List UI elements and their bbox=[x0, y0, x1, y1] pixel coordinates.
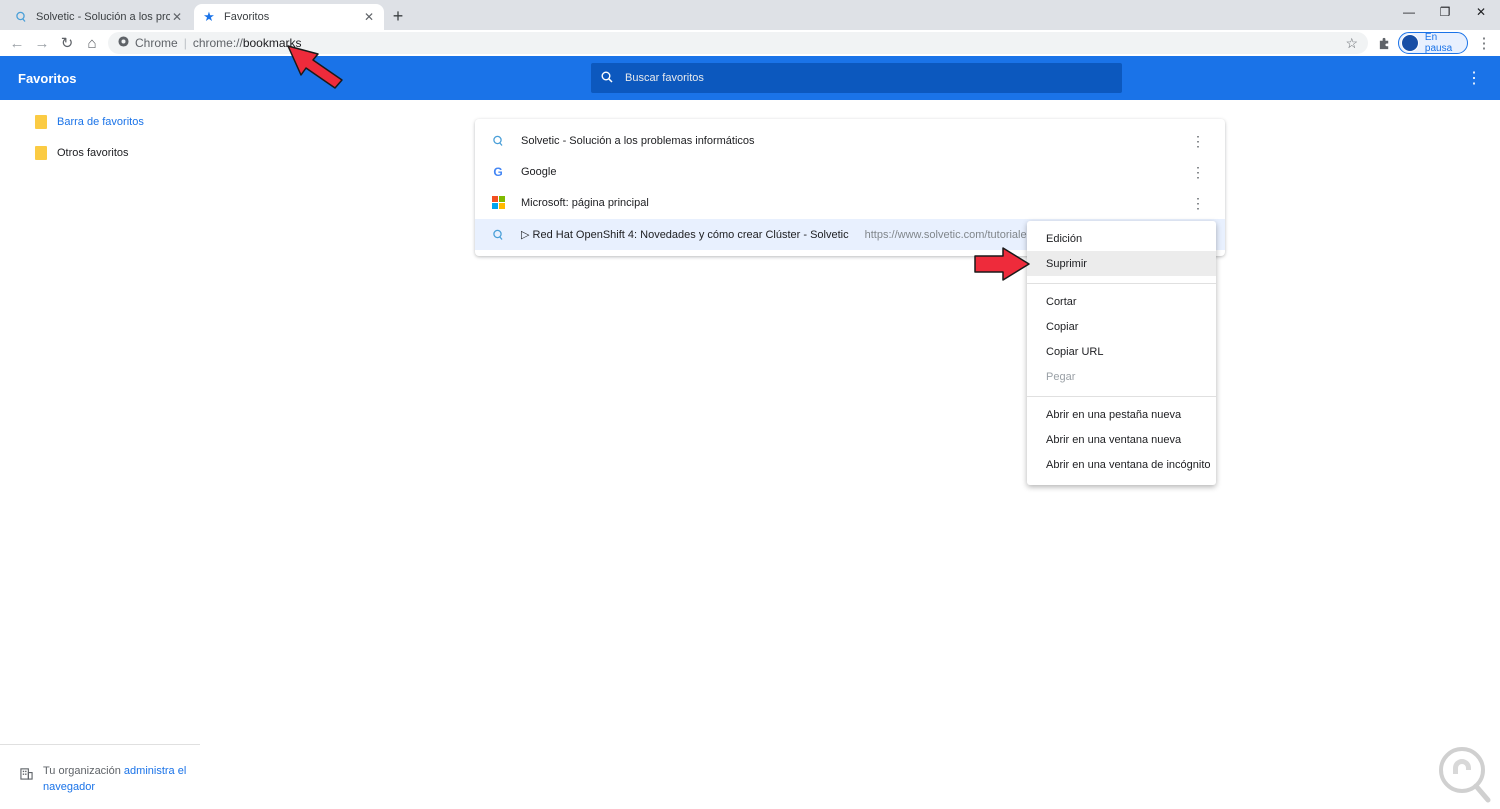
managed-notice: Tu organización administra el navegador bbox=[0, 744, 200, 795]
back-button[interactable]: ← bbox=[6, 32, 28, 54]
chrome-icon bbox=[118, 36, 129, 50]
org-link[interactable]: administra el bbox=[124, 765, 186, 777]
star-icon: ★ bbox=[203, 9, 215, 24]
bookmarks-header: Favoritos ⋮ bbox=[0, 56, 1500, 100]
tab-solvetic[interactable]: Solvetic - Solución a los problem ✕ bbox=[6, 4, 192, 30]
profile-status: En pausa bbox=[1424, 32, 1453, 54]
solvetic-watermark-icon bbox=[1439, 747, 1491, 803]
sidebar: Barra de favoritos Otros favoritos Tu or… bbox=[0, 100, 200, 809]
menu-item-cortar[interactable]: Cortar bbox=[1027, 289, 1216, 314]
browser-toolbar: ← → ↻ ⌂ Chrome | chrome://bookmarks ☆ En… bbox=[0, 30, 1500, 56]
solvetic-icon bbox=[491, 134, 505, 148]
google-icon: G bbox=[493, 164, 503, 179]
menu-item-pegar[interactable]: Pegar bbox=[1027, 364, 1216, 389]
extensions-puzzle-icon[interactable] bbox=[1373, 32, 1395, 54]
forward-button[interactable]: → bbox=[31, 32, 53, 54]
new-tab-button[interactable]: + bbox=[388, 6, 408, 26]
bookmark-star-icon[interactable]: ☆ bbox=[1345, 35, 1358, 52]
bookmark-name: Google bbox=[521, 165, 557, 178]
tab-strip: Solvetic - Solución a los problem ✕ ★ Fa… bbox=[0, 0, 1500, 30]
search-box[interactable] bbox=[591, 63, 1122, 93]
menu-item-copiar[interactable]: Copiar bbox=[1027, 314, 1216, 339]
tab-favoritos[interactable]: ★ Favoritos ✕ bbox=[194, 4, 384, 30]
more-options-icon[interactable]: ⋮ bbox=[1191, 133, 1205, 150]
menu-item-abrir-incognito[interactable]: Abrir en una ventana de incógnito bbox=[1027, 452, 1216, 477]
home-button[interactable]: ⌂ bbox=[81, 32, 103, 54]
annotation-arrow-icon bbox=[974, 247, 1030, 281]
header-menu-button[interactable]: ⋮ bbox=[1466, 68, 1482, 88]
separator: | bbox=[183, 36, 187, 50]
building-icon bbox=[20, 767, 33, 783]
avatar bbox=[1401, 34, 1419, 52]
search-input[interactable] bbox=[625, 72, 1105, 84]
org-text: Tu organización bbox=[43, 765, 121, 777]
tab-title: Favoritos bbox=[224, 11, 270, 23]
sidebar-item-label: Barra de favoritos bbox=[57, 116, 144, 128]
sidebar-item-barra-de-favoritos[interactable]: Barra de favoritos bbox=[35, 111, 144, 133]
maximize-button[interactable]: ❐ bbox=[1426, 2, 1464, 22]
tab-title: Solvetic - Solución a los problem bbox=[36, 11, 170, 23]
site-label: Chrome bbox=[135, 36, 178, 50]
menu-item-suprimir[interactable]: Suprimir bbox=[1027, 251, 1216, 276]
org-link-cont[interactable]: navegador bbox=[43, 781, 95, 793]
managed-text: Tu organización administra el navegador bbox=[43, 763, 193, 795]
menu-item-abrir-ventana[interactable]: Abrir en una ventana nueva bbox=[1027, 427, 1216, 452]
close-icon[interactable]: ✕ bbox=[170, 10, 184, 24]
menu-divider bbox=[1027, 283, 1216, 284]
annotation-arrow-icon bbox=[287, 45, 343, 89]
list-item[interactable]: Solvetic - Solución a los problemas info… bbox=[475, 125, 1225, 156]
solvetic-icon bbox=[491, 228, 505, 242]
more-options-icon[interactable]: ⋮ bbox=[1191, 195, 1205, 212]
folder-icon bbox=[35, 146, 47, 160]
profile-button[interactable]: En pausa bbox=[1398, 32, 1468, 54]
page-title: Favoritos bbox=[18, 71, 77, 86]
sidebar-item-otros-favoritos[interactable]: Otros favoritos bbox=[35, 142, 129, 164]
list-item[interactable]: Microsoft: página principal ⋮ bbox=[475, 187, 1225, 218]
menu-item-abrir-pestana[interactable]: Abrir en una pestaña nueva bbox=[1027, 402, 1216, 427]
url-scheme: chrome:// bbox=[192, 36, 243, 50]
list-item[interactable]: G Google ⋮ bbox=[475, 156, 1225, 187]
microsoft-icon bbox=[491, 196, 505, 210]
menu-item-copiar-url[interactable]: Copiar URL bbox=[1027, 339, 1216, 364]
folder-icon bbox=[35, 115, 47, 129]
sidebar-item-label: Otros favoritos bbox=[57, 147, 129, 159]
close-icon[interactable]: ✕ bbox=[362, 10, 376, 24]
menu-item-edicion[interactable]: Edición bbox=[1027, 226, 1216, 251]
search-icon bbox=[601, 71, 613, 86]
close-window-button[interactable]: ✕ bbox=[1462, 2, 1500, 22]
context-menu: Edición Suprimir Cortar Copiar Copiar UR… bbox=[1027, 221, 1216, 485]
bookmark-name: Microsoft: página principal bbox=[521, 196, 649, 209]
menu-divider bbox=[1027, 396, 1216, 397]
minimize-button[interactable]: — bbox=[1390, 2, 1428, 22]
reload-button[interactable]: ↻ bbox=[56, 32, 78, 54]
bookmark-name: Solvetic - Solución a los problemas info… bbox=[521, 134, 755, 147]
bookmark-name: ▷ Red Hat OpenShift 4: Novedades y cómo … bbox=[521, 229, 849, 241]
more-options-icon[interactable]: ⋮ bbox=[1191, 164, 1205, 181]
browser-menu-button[interactable]: ⋮ bbox=[1473, 32, 1495, 54]
solvetic-icon bbox=[14, 10, 28, 24]
